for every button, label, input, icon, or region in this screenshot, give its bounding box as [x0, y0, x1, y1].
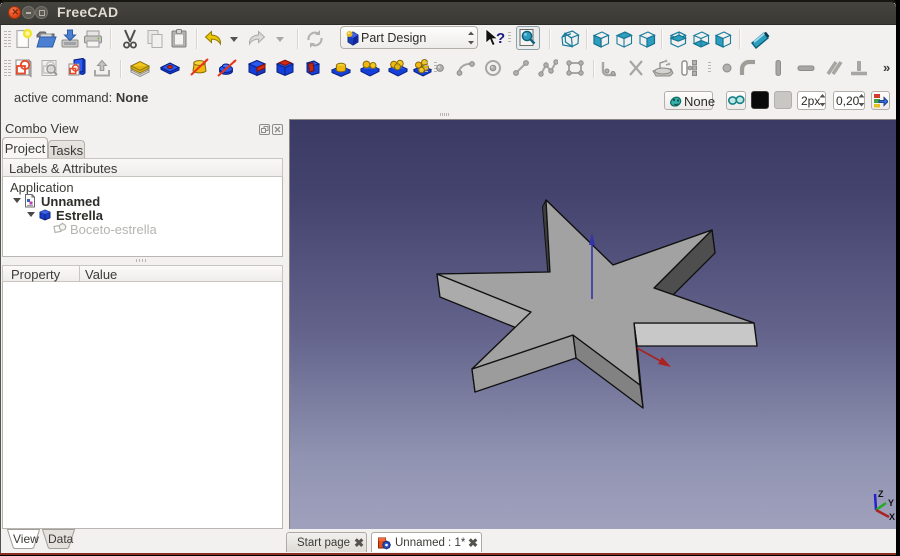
svg-text:?: ? [496, 30, 505, 47]
svg-text:View: View [13, 532, 39, 546]
svg-text:Z: Z [878, 489, 884, 499]
svg-text:Data: Data [48, 532, 74, 546]
svg-text:X: X [889, 512, 895, 522]
svg-text:Y: Y [888, 498, 894, 508]
